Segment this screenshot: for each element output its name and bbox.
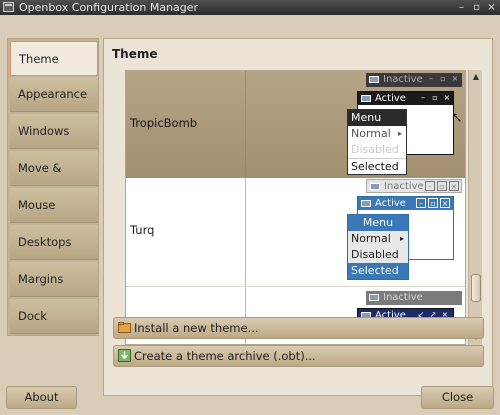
menu-item-disabled: Disabled: [351, 143, 399, 156]
menu-title: Menu: [348, 110, 406, 126]
create-archive-label: Create a theme archive (.obt)...: [134, 349, 316, 363]
sidebar-item-dock[interactable]: Dock: [10, 299, 98, 334]
sidebar-item-label: Appearance: [18, 87, 88, 101]
sidebar-item-appearance[interactable]: Appearance: [10, 77, 98, 112]
minimize-icon[interactable]: –: [455, 1, 468, 14]
maximize-icon: ▫: [437, 181, 447, 191]
close-icon: ×: [440, 198, 450, 208]
theme-panel: Theme TropicBomb Inactive – ▫ × Active –…: [103, 38, 493, 396]
theme-list[interactable]: TropicBomb Inactive – ▫ × Active – ▫ × M…: [125, 70, 466, 345]
preview-menu: Menu Normal ▸ Disabled Selected: [347, 109, 407, 175]
maximize-icon: ▫: [428, 198, 438, 208]
close-icon[interactable]: ×: [485, 1, 498, 14]
preview-inactive-window: Inactive – ▫ ×: [366, 179, 462, 193]
window-icon: [369, 76, 379, 83]
archive-icon: [118, 349, 131, 362]
scroll-up-icon[interactable]: ▲: [471, 72, 481, 82]
sidebar-item-label: Dock: [18, 309, 47, 323]
inactive-label: Inactive: [383, 292, 423, 303]
submenu-arrow-icon: ▸: [399, 234, 404, 243]
menu-item-label: Normal: [351, 127, 391, 140]
window-icon: [370, 183, 380, 190]
window-icon: [369, 294, 379, 301]
close-icon: ×: [449, 181, 459, 191]
scrollbar-thumb[interactable]: [471, 274, 481, 302]
menu-item-normal: Normal ▸: [348, 126, 406, 142]
sidebar-item-label: Windows: [18, 124, 70, 138]
theme-list-scrollbar[interactable]: ▲ ▼: [468, 70, 482, 345]
close-icon: ×: [451, 74, 459, 83]
window-icon: [361, 95, 371, 102]
mouse-cursor-icon: ↖: [451, 110, 463, 126]
menu-item-normal: Normal ▸: [348, 231, 408, 247]
install-theme-label: Install a new theme...: [134, 321, 259, 335]
inactive-label: Inactive: [384, 181, 424, 192]
active-label: Active: [375, 93, 406, 104]
inactive-label: Inactive: [383, 74, 423, 85]
theme-name: Turq: [130, 223, 155, 237]
window-icon: [361, 200, 371, 207]
window-titlebar[interactable]: Openbox Configuration Manager – ▫ ×: [0, 0, 500, 15]
sidebar-item-margins[interactable]: Margins: [10, 262, 98, 297]
preview-inactive-window: Inactive – ▫ ×: [366, 73, 462, 87]
menu-item-label: Normal: [351, 232, 391, 245]
minimize-icon: –: [421, 93, 425, 102]
sidebar-item-mouse[interactable]: Mouse: [10, 188, 98, 223]
sidebar-item-move-resize[interactable]: Move & Resize: [10, 151, 98, 210]
close-icon: ×: [443, 93, 451, 102]
folder-icon: [118, 322, 131, 333]
theme-row-turq[interactable]: Turq Inactive – ▫ × Active – ▫ × Menu No…: [126, 178, 465, 286]
window-body: Theme Appearance Windows Move & Resize M…: [0, 15, 500, 415]
maximize-icon: ▫: [432, 93, 438, 102]
submenu-arrow-icon: ▸: [397, 129, 402, 138]
install-theme-button[interactable]: Install a new theme...: [113, 317, 484, 339]
close-button[interactable]: Close: [421, 386, 494, 409]
minimize-icon: –: [416, 198, 426, 208]
sidebar: Theme Appearance Windows Move & Resize M…: [7, 38, 99, 336]
create-archive-button[interactable]: Create a theme archive (.obt)...: [113, 345, 484, 367]
maximize-icon: ▫: [440, 74, 446, 83]
preview-menu: Menu Normal ▸ Disabled Selected: [347, 214, 409, 280]
theme-name: TropicBomb: [130, 116, 198, 130]
window-title: Openbox Configuration Manager: [19, 1, 199, 14]
minimize-icon: –: [425, 181, 435, 191]
menu-item-disabled: Disabled: [348, 247, 408, 263]
menu-item-selected: Selected: [348, 158, 406, 174]
page-title: Theme: [112, 47, 158, 61]
minimize-icon: –: [429, 74, 433, 83]
about-button[interactable]: About: [6, 386, 77, 409]
theme-row-tropicbomb[interactable]: TropicBomb Inactive – ▫ × Active – ▫ × M…: [126, 71, 465, 178]
sidebar-item-desktops[interactable]: Desktops: [10, 225, 98, 260]
column-divider: [245, 178, 246, 286]
preview-inactive-window: Inactive: [366, 291, 462, 305]
maximize-icon[interactable]: ▫: [470, 1, 483, 14]
sidebar-item-label: Theme: [19, 52, 59, 66]
sidebar-item-label: Mouse: [18, 198, 56, 212]
sidebar-item-label: Margins: [18, 272, 64, 286]
sidebar-item-label: Desktops: [18, 235, 72, 249]
menu-item-selected: Selected: [348, 263, 408, 279]
sidebar-item-theme[interactable]: Theme: [10, 41, 98, 76]
column-divider: [245, 71, 246, 178]
sidebar-item-windows[interactable]: Windows: [10, 114, 98, 149]
active-label: Active: [375, 198, 406, 209]
app-icon: [3, 2, 14, 12]
menu-title: Menu: [348, 215, 408, 231]
